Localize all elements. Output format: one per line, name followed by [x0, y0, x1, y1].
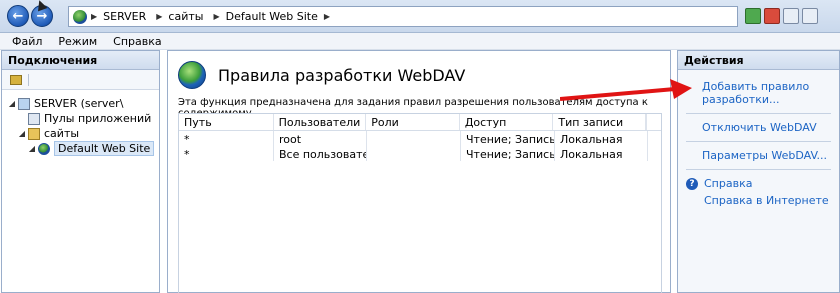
- chevron-right-icon: ▶: [323, 12, 331, 21]
- divider: [686, 113, 831, 114]
- menu-file[interactable]: Файл: [12, 35, 42, 48]
- cell-users: Все пользователи: [274, 146, 367, 161]
- divider: [686, 141, 831, 142]
- cell-access: Чтение; Запись;: [461, 146, 555, 161]
- help-icon: ?: [686, 177, 698, 190]
- app-pools-icon: [28, 112, 40, 125]
- column-users[interactable]: Пользователи: [274, 114, 367, 130]
- cell-entry-type: Локальная: [555, 146, 648, 161]
- breadcrumb-default-web-site[interactable]: ▶ Default Web Site ▶: [213, 10, 336, 23]
- arrow-head: [670, 79, 692, 99]
- toolbar-divider: [28, 73, 29, 86]
- page-title: Правила разработки WebDAV: [218, 65, 466, 85]
- add-rule-label: Добавить правило: [702, 80, 810, 93]
- menu-view[interactable]: Режим: [58, 35, 97, 48]
- red-arrow-annotation: [560, 79, 692, 101]
- help-link[interactable]: ? Справка: [678, 175, 839, 192]
- cell-users: root: [274, 131, 367, 146]
- tree-label: сайты: [44, 127, 80, 140]
- home-icon[interactable]: [783, 8, 799, 24]
- address-box[interactable]: ▶ SERVER ▶ сайты ▶ Default Web Site ▶: [68, 6, 738, 27]
- help-label: Справка: [704, 177, 753, 190]
- webdav-settings-link[interactable]: Параметры WebDAV...: [678, 147, 839, 164]
- connections-panel: Подключения ◢ SERVER (server\ Пулы прило…: [1, 50, 160, 293]
- tree-item-server[interactable]: ◢ SERVER (server\: [8, 96, 159, 111]
- globe-icon: [38, 142, 50, 155]
- table-header: Путь Пользователи Роли Доступ Тип записи: [179, 114, 661, 131]
- online-help-link[interactable]: Справка в Интернете: [678, 192, 839, 209]
- address-bar: ← → ▶ SERVER ▶ сайты ▶ Default Web Site ▶: [0, 0, 840, 33]
- tree-label: Пулы приложений: [44, 112, 152, 125]
- column-roles[interactable]: Роли: [366, 114, 460, 130]
- connections-title: Подключения: [2, 51, 159, 70]
- breadcrumb-sites[interactable]: ▶ сайты: [156, 10, 203, 23]
- column-entry-type[interactable]: Тип записи: [553, 114, 647, 130]
- menu-bar: Файл Режим Справка: [0, 33, 840, 50]
- globe-icon: [73, 9, 87, 24]
- tree-item-app-pools[interactable]: Пулы приложений: [8, 111, 159, 126]
- expand-icon[interactable]: ◢: [28, 144, 36, 153]
- add-rule-label-cont: разработки...: [702, 93, 780, 106]
- tree-item-default-web-site[interactable]: ◢ Default Web Site: [8, 141, 159, 156]
- feature-header: Правила разработки WebDAV: [178, 61, 465, 89]
- server-icon: [18, 97, 30, 110]
- cell-entry-type: Локальная: [555, 131, 648, 146]
- tree-label: SERVER (server\: [34, 97, 124, 110]
- column-access[interactable]: Доступ: [460, 114, 554, 130]
- actions-list: Добавить правило разработки... Отключить…: [678, 70, 839, 209]
- cell-roles: [367, 146, 461, 161]
- expand-icon[interactable]: ◢: [8, 99, 16, 108]
- back-button[interactable]: ←: [7, 5, 29, 27]
- connections-toolbar: [2, 70, 159, 90]
- tree-label: Default Web Site: [54, 141, 155, 156]
- menu-help[interactable]: Справка: [113, 35, 161, 48]
- actions-title: Действия: [678, 51, 839, 70]
- toolbar-icons: [745, 8, 818, 24]
- divider: [686, 169, 831, 170]
- help-icon[interactable]: [802, 8, 818, 24]
- go-icon[interactable]: [745, 8, 761, 24]
- column-path[interactable]: Путь: [179, 114, 274, 130]
- breadcrumb-label: SERVER: [103, 10, 147, 23]
- tree-item-sites[interactable]: ◢ сайты: [8, 126, 159, 141]
- breadcrumb-server[interactable]: ▶ SERVER: [91, 10, 146, 23]
- breadcrumb-label: Default Web Site: [225, 10, 318, 23]
- expand-icon[interactable]: ◢: [18, 129, 26, 138]
- cell-path: *: [179, 146, 274, 161]
- rules-table: Путь Пользователи Роли Доступ Тип записи…: [178, 113, 662, 293]
- sites-folder-icon: [28, 127, 40, 140]
- actions-panel: Действия Добавить правило разработки... …: [677, 50, 840, 293]
- cell-roles: [367, 131, 461, 146]
- connect-icon[interactable]: [10, 74, 22, 85]
- table-row[interactable]: * root Чтение; Запись; Локальная: [179, 131, 661, 146]
- breadcrumb-label: сайты: [168, 10, 204, 23]
- header-spacer: [646, 114, 661, 130]
- webdav-globe-icon: [178, 61, 206, 89]
- chevron-right-icon: ▶: [213, 12, 220, 21]
- stop-icon[interactable]: [764, 8, 780, 24]
- cell-access: Чтение; Запись;: [461, 131, 555, 146]
- chevron-right-icon: ▶: [91, 12, 98, 21]
- chevron-right-icon: ▶: [156, 12, 163, 21]
- disable-webdav-link[interactable]: Отключить WebDAV: [678, 119, 839, 136]
- cell-path: *: [179, 131, 274, 146]
- connections-tree: ◢ SERVER (server\ Пулы приложений ◢ сайт…: [2, 90, 159, 156]
- arrow-shaft: [560, 87, 676, 101]
- table-row[interactable]: * Все пользователи Чтение; Запись; Локал…: [179, 146, 661, 161]
- add-rule-link[interactable]: Добавить правило разработки...: [678, 74, 839, 108]
